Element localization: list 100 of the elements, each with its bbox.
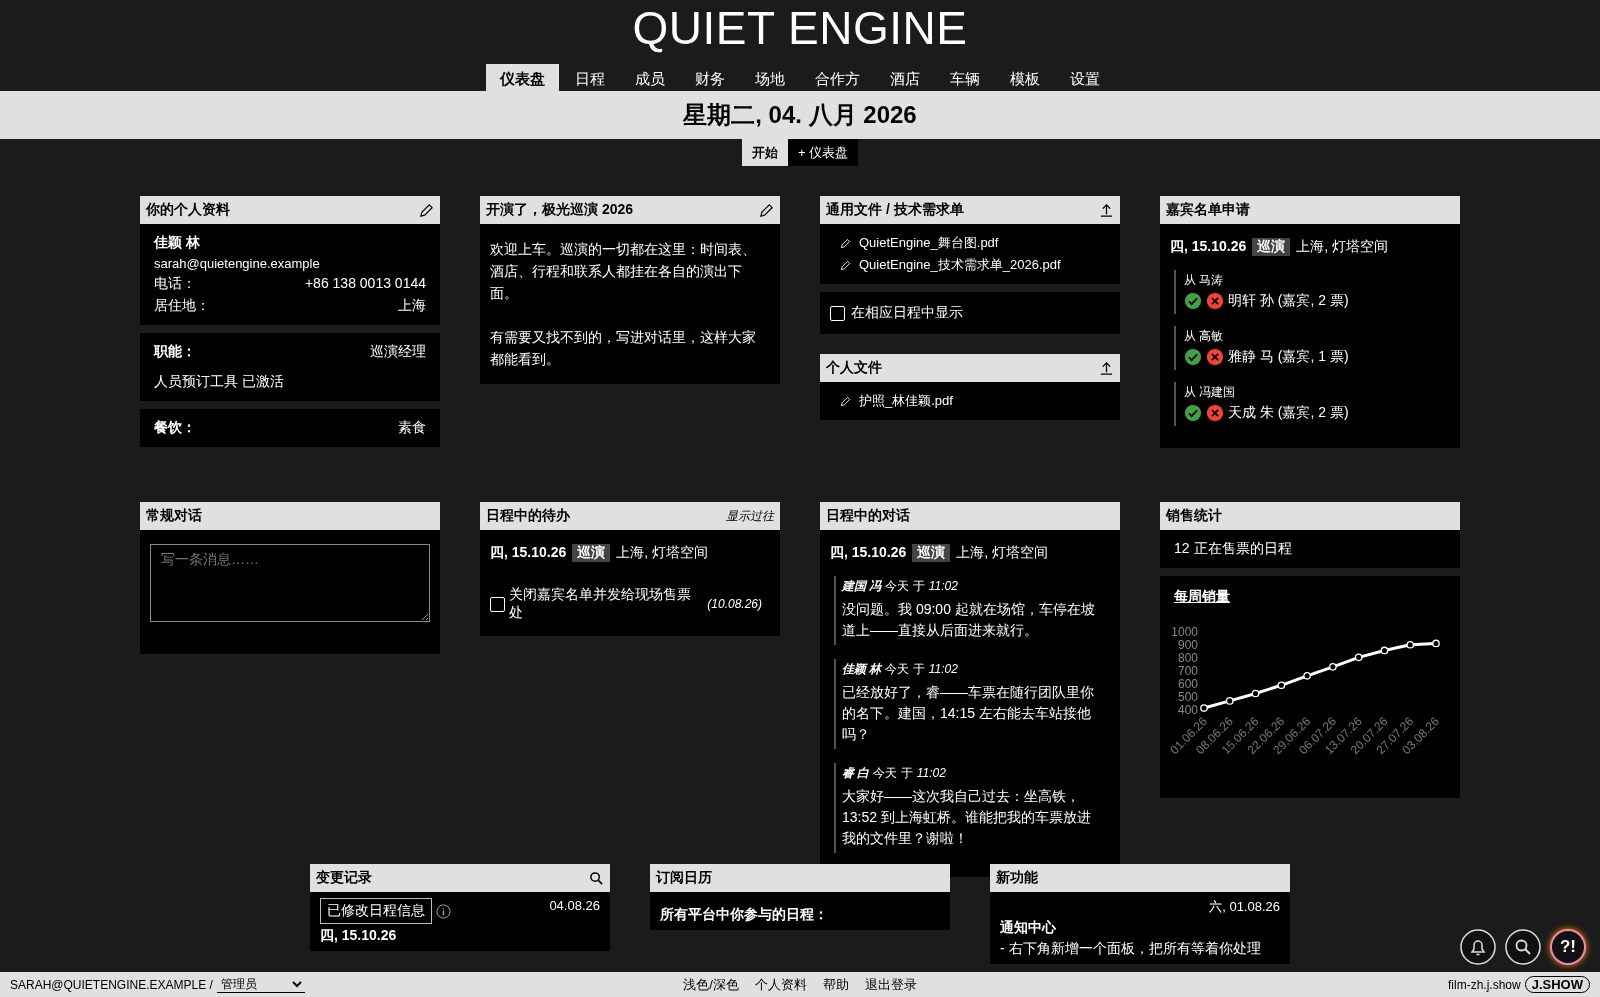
nav-tab[interactable]: 车辆 [936, 64, 994, 91]
card-title: 日程中的对话 [826, 507, 910, 525]
event-place: 上海, 灯塔空间 [956, 544, 1049, 562]
pencil-icon[interactable] [759, 202, 774, 218]
nav-tab[interactable]: 财务 [681, 64, 739, 91]
axis-tick-label: 500 [1177, 690, 1198, 704]
data-point [1277, 681, 1286, 690]
checkbox-label: 在相应日程中显示 [851, 304, 963, 322]
guest-entry: 天成 朱 (嘉宾, 2 票) [1228, 404, 1349, 422]
event-date: 四, 15.10.26 [320, 927, 398, 945]
nav-tab[interactable]: 合作方 [801, 64, 874, 91]
approve-icon[interactable] [1184, 292, 1202, 310]
reject-icon[interactable] [1206, 348, 1224, 366]
role-select[interactable]: 管理员 [216, 976, 305, 993]
news-date: 六, 01.08.26 [1209, 898, 1280, 916]
event-tag: 巡演 [912, 544, 951, 562]
message-time: 11:02 [928, 662, 958, 676]
profile-email: sarah@quietengine.example [154, 256, 321, 271]
user-email: SARAH@QUIETENGINE.EXAMPLE / [10, 977, 213, 992]
data-point [1251, 689, 1260, 698]
footer-link[interactable]: 个人资料 [754, 975, 807, 994]
data-point [1303, 671, 1311, 680]
search-icon[interactable] [1505, 929, 1541, 965]
sales-count: 12 [1174, 540, 1190, 558]
nav-tab[interactable]: 模板 [996, 64, 1054, 91]
file-link[interactable]: QuietEngine_舞台图.pdf [859, 234, 999, 252]
field-label: 居住地： [154, 297, 210, 315]
file-link[interactable]: QuietEngine_技术需求单_2026.pdf [859, 256, 1061, 274]
site-address: film-zh.j.show [1448, 977, 1521, 992]
nav-tab[interactable]: 场地 [741, 64, 799, 91]
request-sender: 从 冯建国 [1184, 384, 1237, 401]
data-point [1380, 646, 1389, 655]
nav-tab[interactable]: 成员 [621, 64, 679, 91]
card-title: 个人文件 [826, 359, 882, 377]
dashboard-tab[interactable]: 开始 [741, 139, 788, 166]
chart-title[interactable]: 每周销量 [1174, 588, 1446, 606]
todo-label: 关闭嘉宾名单并发给现场售票处 [509, 586, 692, 622]
message-day: 今天 于 [885, 661, 925, 678]
change-entry[interactable]: 已修改日程信息 [320, 898, 432, 924]
welcome-paragraph: 有需要又找不到的，写进对话里，这样大家都能看到。 [490, 328, 757, 369]
footer-link[interactable]: 退出登录 [864, 975, 917, 994]
field-value: 素食 [398, 419, 426, 437]
message-author: 佳颖 林 [842, 661, 882, 678]
data-point [1225, 697, 1234, 705]
bell-icon[interactable] [1460, 929, 1496, 965]
todo-date: (10.08.26) [707, 597, 762, 611]
card-title: 变更记录 [316, 869, 372, 887]
field-label: 电话： [154, 275, 196, 293]
message-time: 11:02 [916, 766, 946, 780]
date-heading: 星期二, 04. 八月 2026 [683, 100, 917, 130]
axis-tick-label: 800 [1177, 651, 1198, 665]
card-title: 通用文件 / 技术需求单 [826, 201, 964, 219]
info-icon[interactable] [436, 904, 451, 919]
data-point [1200, 704, 1208, 712]
help-button[interactable]: ?! [1550, 929, 1586, 965]
card-title: 嘉宾名单申请 [1166, 201, 1250, 219]
card-title: 新功能 [996, 869, 1038, 887]
reject-icon[interactable] [1206, 404, 1224, 422]
field-label: 职能： [154, 343, 196, 361]
message-text: 没问题。我 09:00 起就在场馆，车停在坡道上——直接从后面进来就行。 [842, 600, 1096, 640]
field-value: 巡演经理 [370, 343, 426, 361]
field-label: 餐饮： [154, 419, 196, 437]
field-value: 上海 [398, 297, 426, 315]
axis-tick-label: 400 [1177, 703, 1198, 717]
search-icon[interactable] [589, 870, 604, 886]
event-tag: 巡演 [1252, 238, 1291, 256]
profile-name: 佳颖 林 [154, 234, 201, 252]
axis-tick-label: 600 [1177, 677, 1198, 691]
nav-tab[interactable]: 设置 [1056, 64, 1114, 91]
welcome-paragraph: 欢迎上车。巡演的一切都在这里：时间表、酒店、行程和联系人都挂在各自的演出下面。 [490, 240, 757, 303]
footer-link[interactable]: 帮助 [822, 975, 849, 994]
approve-icon[interactable] [1184, 348, 1202, 366]
nav-tab[interactable]: 酒店 [876, 64, 934, 91]
reject-icon[interactable] [1206, 292, 1224, 310]
event-tag: 巡演 [572, 544, 611, 562]
message-day: 今天 于 [873, 765, 913, 782]
checkbox[interactable] [490, 596, 505, 612]
card-title: 开演了，极光巡演 2026 [486, 201, 634, 219]
data-point [1329, 663, 1337, 671]
news-heading: 通知中心 [1000, 919, 1057, 937]
request-sender: 从 高敏 [1184, 328, 1225, 345]
nav-tab[interactable]: 日程 [561, 64, 619, 91]
upload-icon[interactable] [1099, 360, 1114, 376]
footer-link[interactable]: 浅色/深色 [683, 975, 739, 994]
message-text: 大家好——这次我自己过去：坐高铁，13:52 到上海虹桥。谁能把我的车票放进我的文件里？谢啦！ [842, 787, 1092, 848]
message-input[interactable]: 写一条消息…… [150, 544, 430, 622]
pencil-icon[interactable] [419, 202, 434, 218]
nav-tab[interactable]: 仪表盘 [486, 64, 559, 91]
checkbox[interactable] [830, 305, 845, 321]
message-time: 11:02 [928, 579, 958, 593]
dashboard-tab[interactable]: + 仪表盘 [787, 139, 859, 166]
upload-icon[interactable] [1099, 202, 1114, 218]
tool-status: 人员预订工具 已激活 [154, 373, 285, 391]
axis-tick-label: 700 [1177, 664, 1198, 678]
news-text: - 右下角新增一个面板，把所有等着你处理 [1000, 940, 1262, 958]
change-date: 04.08.26 [549, 898, 600, 913]
file-link[interactable]: 护照_林佳颖.pdf [859, 392, 953, 410]
guest-entry: 明轩 孙 (嘉宾, 2 票) [1228, 292, 1349, 310]
show-past-link[interactable]: 显示过往 [726, 507, 774, 525]
approve-icon[interactable] [1184, 404, 1202, 422]
